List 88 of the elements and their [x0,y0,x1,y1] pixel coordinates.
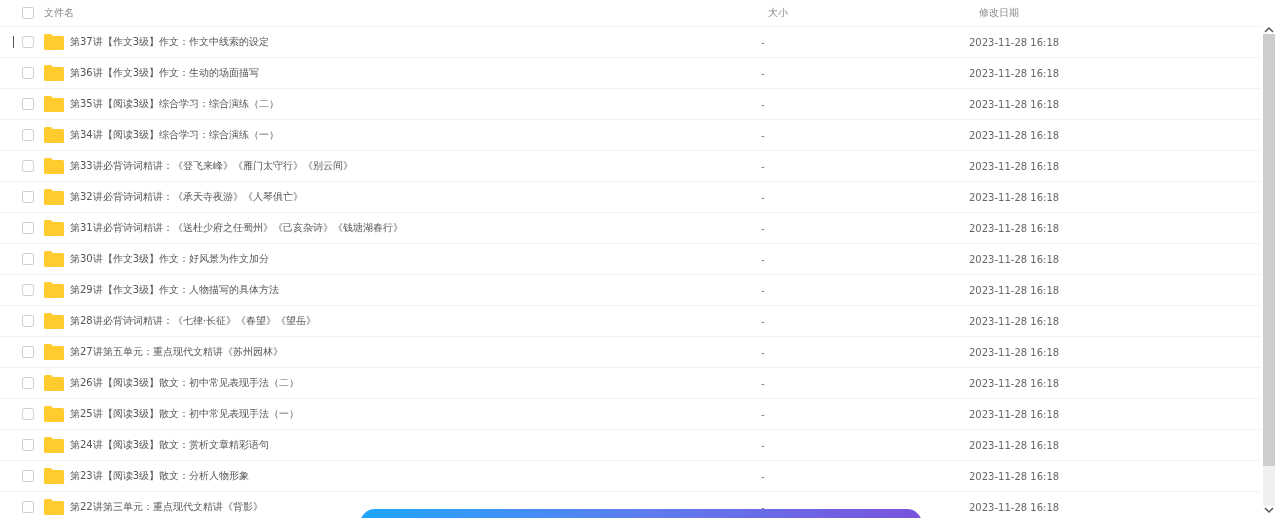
file-size: - [761,253,765,265]
file-name[interactable]: 第34讲【阅读3级】综合学习：综合演练（一） [70,128,280,142]
file-size: - [761,191,765,203]
file-size: - [761,98,765,110]
folder-icon [44,313,64,329]
modified-date: 2023-11-28 16:18 [969,439,1060,451]
modified-date: 2023-11-28 16:18 [969,253,1060,265]
modified-date: 2023-11-28 16:18 [969,129,1060,141]
file-name[interactable]: 第35讲【阅读3级】综合学习：综合演练（二） [70,97,280,111]
text-cursor [13,36,14,48]
modified-date: 2023-11-28 16:18 [969,67,1060,79]
file-size: - [761,408,765,420]
row-checkbox[interactable] [22,222,34,234]
file-size: - [761,67,765,79]
row-checkbox[interactable] [22,253,34,265]
modified-date: 2023-11-28 16:18 [969,222,1060,234]
file-size: - [761,377,765,389]
folder-icon [44,282,64,298]
folder-icon [44,96,64,112]
folder-icon [44,34,64,50]
file-size: - [761,470,765,482]
modified-date: 2023-11-28 16:18 [969,470,1060,482]
column-header[interactable]: 修改日期 [979,6,1261,20]
row-checkbox[interactable] [22,346,34,358]
row-checkbox[interactable] [22,160,34,172]
file-name[interactable]: 第37讲【作文3级】作文：作文中线索的设定 [70,35,270,49]
row-checkbox[interactable] [22,67,34,79]
row-checkbox[interactable] [22,284,34,296]
file-name[interactable]: 第30讲【作文3级】作文：好风景为作文加分 [70,252,270,266]
row-checkbox[interactable] [22,470,34,482]
folder-icon [44,158,64,174]
file-name[interactable]: 第26讲【阅读3级】散文：初中常见表现手法（二） [70,376,300,390]
file-name[interactable]: 第36讲【作文3级】作文：生动的场面描写 [70,66,260,80]
modified-date: 2023-11-28 16:18 [969,501,1060,513]
folder-icon [44,375,64,391]
file-name[interactable]: 第32讲必背诗词精讲：《承天寺夜游》《人琴俱亡》 [70,190,303,204]
folder-icon [44,65,64,81]
file-size: - [761,501,765,513]
folder-icon [44,251,64,267]
folder-icon [44,344,64,360]
column-header[interactable]: 大小 [768,6,961,20]
folder-icon [44,406,64,422]
row-checkbox[interactable] [22,439,34,451]
folder-icon [44,189,64,205]
modified-date: 2023-11-28 16:18 [969,408,1060,420]
file-name[interactable]: 第25讲【阅读3级】散文：初中常见表现手法（一） [70,407,300,421]
modified-date: 2023-11-28 16:18 [969,346,1060,358]
row-checkbox[interactable] [22,408,34,420]
row-checkbox[interactable] [22,315,34,327]
file-name[interactable]: 第31讲必背诗词精讲：《送杜少府之任蜀州》《己亥杂诗》《钱塘湖春行》 [70,221,403,235]
file-size: - [761,439,765,451]
folder-icon [44,499,64,515]
file-size: - [761,160,765,172]
folder-icon [44,468,64,484]
file-name[interactable]: 第33讲必背诗词精讲：《登飞来峰》《雁门太守行》《别云间》 [70,159,353,173]
modified-date: 2023-11-28 16:18 [969,191,1060,203]
file-name[interactable]: 第24讲【阅读3级】散文：赏析文章精彩语句 [70,438,270,452]
file-name[interactable]: 第27讲第五单元：重点现代文精讲《苏州园林》 [70,345,283,359]
row-checkbox[interactable] [22,501,34,513]
file-size: - [761,315,765,327]
modified-date: 2023-11-28 16:18 [969,160,1060,172]
file-name[interactable]: 第23讲【阅读3级】散文：分析人物形象 [70,469,250,483]
scrollbar[interactable] [1263,34,1275,506]
file-name[interactable]: 第29讲【作文3级】作文：人物描写的具体方法 [70,283,280,297]
row-checkbox[interactable] [22,98,34,110]
file-size: - [761,346,765,358]
file-name[interactable]: 第22讲第三单元：重点现代文精讲《背影》 [70,500,263,514]
select-all-checkbox[interactable] [22,7,34,19]
column-header[interactable]: 文件名 [44,6,741,20]
folder-icon [44,437,64,453]
row-checkbox[interactable] [22,129,34,141]
file-size: - [761,129,765,141]
row-checkbox[interactable] [22,377,34,389]
file-size: - [761,284,765,296]
modified-date: 2023-11-28 16:18 [969,36,1060,48]
file-size: - [761,36,765,48]
row-checkbox[interactable] [22,36,34,48]
modified-date: 2023-11-28 16:18 [969,315,1060,327]
modified-date: 2023-11-28 16:18 [969,98,1060,110]
folder-icon [44,220,64,236]
folder-icon [44,127,64,143]
scroll-up-icon[interactable] [1264,26,1274,34]
modified-date: 2023-11-28 16:18 [969,377,1060,389]
modified-date: 2023-11-28 16:18 [969,284,1060,296]
file-size: - [761,222,765,234]
file-name[interactable]: 第28讲必背诗词精讲：《七律·长征》《春望》《望岳》 [70,314,316,328]
row-checkbox[interactable] [22,191,34,203]
scroll-down-icon[interactable] [1264,506,1274,514]
